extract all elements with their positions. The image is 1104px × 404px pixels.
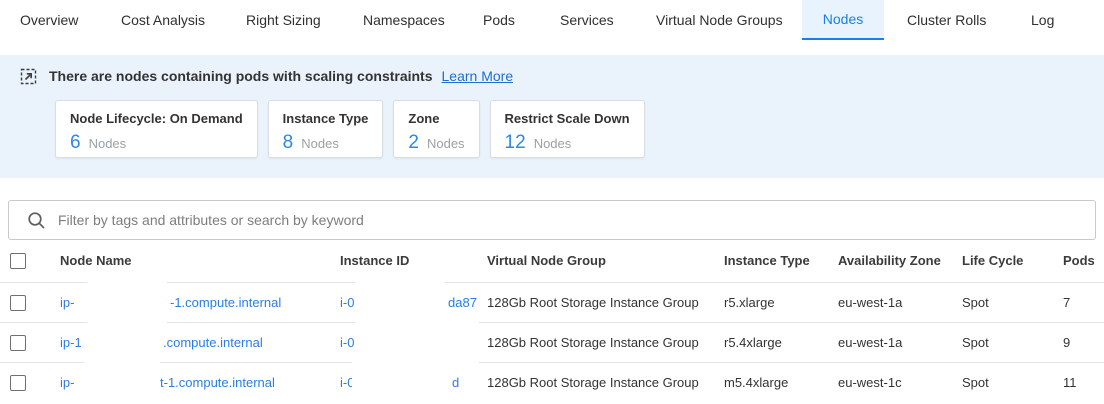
- tab-log[interactable]: Log: [1013, 0, 1072, 40]
- scale-out-icon: [20, 68, 37, 85]
- redaction-overlay: [87, 282, 167, 324]
- card-unit: Nodes: [427, 136, 465, 151]
- card-title: Zone: [408, 111, 464, 126]
- banner-header: There are nodes containing pods with sca…: [20, 64, 1104, 88]
- scaling-constraints-banner: There are nodes containing pods with sca…: [0, 55, 1104, 178]
- card-zone[interactable]: Zone 2 Nodes: [393, 100, 479, 158]
- tab-right-sizing[interactable]: Right Sizing: [228, 0, 339, 40]
- tab-services[interactable]: Services: [542, 0, 632, 40]
- col-pods[interactable]: Pods: [1063, 240, 1095, 282]
- cell-virtual-node-group: 128Gb Root Storage Instance Group: [487, 283, 699, 323]
- row-checkbox[interactable]: [10, 335, 26, 351]
- nodes-table: Node Name Instance ID Virtual Node Group…: [0, 240, 1104, 402]
- cell-virtual-node-group: 128Gb Root Storage Instance Group: [487, 323, 699, 363]
- tab-virtual-node-groups[interactable]: Virtual Node Groups: [638, 0, 801, 40]
- card-instance-type[interactable]: Instance Type 8 Nodes: [268, 100, 384, 158]
- redaction-overlay: [90, 322, 160, 364]
- card-title: Node Lifecycle: On Demand: [70, 111, 243, 126]
- tab-nodes[interactable]: Nodes: [802, 0, 884, 40]
- table-row: ip- -1.compute.internal i-0 da87 128Gb R…: [0, 282, 1104, 322]
- node-name-link[interactable]: ip-: [60, 283, 74, 323]
- instance-id-link[interactable]: da87: [448, 283, 477, 323]
- card-unit: Nodes: [301, 136, 339, 151]
- cell-instance-type: r5.4xlarge: [724, 323, 782, 363]
- redaction-overlay: [357, 322, 479, 364]
- card-count: 12: [505, 132, 526, 154]
- redaction-overlay: [355, 282, 445, 324]
- node-name-link[interactable]: t-1.compute.internal: [160, 363, 275, 403]
- card-title: Instance Type: [283, 111, 369, 126]
- redaction-overlay: [84, 362, 157, 404]
- node-name-link[interactable]: -1.compute.internal: [170, 283, 281, 323]
- redaction-overlay: [352, 362, 449, 404]
- cell-instance-type: m5.4xlarge: [724, 363, 788, 403]
- search-icon: [27, 211, 46, 230]
- instance-id-link[interactable]: d: [452, 363, 459, 403]
- tab-namespaces[interactable]: Namespaces: [345, 0, 463, 40]
- table-header: Node Name Instance ID Virtual Node Group…: [0, 240, 1104, 282]
- card-count: 6: [70, 132, 81, 154]
- card-unit: Nodes: [534, 136, 572, 151]
- cell-availability-zone: eu-west-1a: [838, 283, 902, 323]
- node-name-link[interactable]: ip-1: [60, 323, 82, 363]
- card-unit: Nodes: [89, 136, 127, 151]
- search-input[interactable]: [58, 212, 1083, 228]
- cell-instance-type: r5.xlarge: [724, 283, 775, 323]
- select-all-checkbox[interactable]: [10, 253, 26, 269]
- col-virtual-node-group[interactable]: Virtual Node Group: [487, 240, 606, 282]
- card-count: 2: [408, 132, 419, 154]
- instance-id-link[interactable]: i-0: [340, 283, 354, 323]
- col-availability-zone[interactable]: Availability Zone: [838, 240, 941, 282]
- cell-life-cycle: Spot: [962, 283, 989, 323]
- cell-pods: 9: [1063, 323, 1070, 363]
- node-name-link[interactable]: .compute.internal: [163, 323, 263, 363]
- banner-message: There are nodes containing pods with sca…: [49, 68, 433, 84]
- table-row: ip-1 .compute.internal i-0 128Gb Root St…: [0, 322, 1104, 362]
- constraint-cards: Node Lifecycle: On Demand 6 Nodes Instan…: [55, 100, 645, 158]
- tab-overview[interactable]: Overview: [2, 0, 96, 40]
- cell-pods: 11: [1063, 363, 1077, 403]
- cell-availability-zone: eu-west-1a: [838, 323, 902, 363]
- table-row: ip- t-1.compute.internal i-0 d 128Gb Roo…: [0, 362, 1104, 402]
- tab-bar: Overview Cost Analysis Right Sizing Name…: [0, 0, 1104, 40]
- cell-availability-zone: eu-west-1c: [838, 363, 902, 403]
- tab-cost-analysis[interactable]: Cost Analysis: [103, 0, 223, 40]
- nodes-page: Overview Cost Analysis Right Sizing Name…: [0, 0, 1104, 404]
- card-restrict-scale-down[interactable]: Restrict Scale Down 12 Nodes: [490, 100, 645, 158]
- col-instance-id[interactable]: Instance ID: [340, 240, 409, 282]
- tab-cluster-rolls[interactable]: Cluster Rolls: [889, 0, 1004, 40]
- card-count: 8: [283, 132, 294, 154]
- card-node-lifecycle[interactable]: Node Lifecycle: On Demand 6 Nodes: [55, 100, 258, 158]
- instance-id-link[interactable]: i-0: [340, 323, 354, 363]
- cell-virtual-node-group: 128Gb Root Storage Instance Group: [487, 363, 699, 403]
- node-name-link[interactable]: ip-: [60, 363, 74, 403]
- row-checkbox[interactable]: [10, 375, 26, 391]
- card-title: Restrict Scale Down: [505, 111, 630, 126]
- col-node-name[interactable]: Node Name: [60, 240, 132, 282]
- learn-more-link[interactable]: Learn More: [442, 68, 514, 84]
- cell-life-cycle: Spot: [962, 323, 989, 363]
- filter-search[interactable]: [8, 200, 1096, 240]
- col-instance-type[interactable]: Instance Type: [724, 240, 810, 282]
- tab-pods[interactable]: Pods: [465, 0, 533, 40]
- cell-pods: 7: [1063, 283, 1070, 323]
- col-life-cycle[interactable]: Life Cycle: [962, 240, 1023, 282]
- cell-life-cycle: Spot: [962, 363, 989, 403]
- row-checkbox[interactable]: [10, 295, 26, 311]
